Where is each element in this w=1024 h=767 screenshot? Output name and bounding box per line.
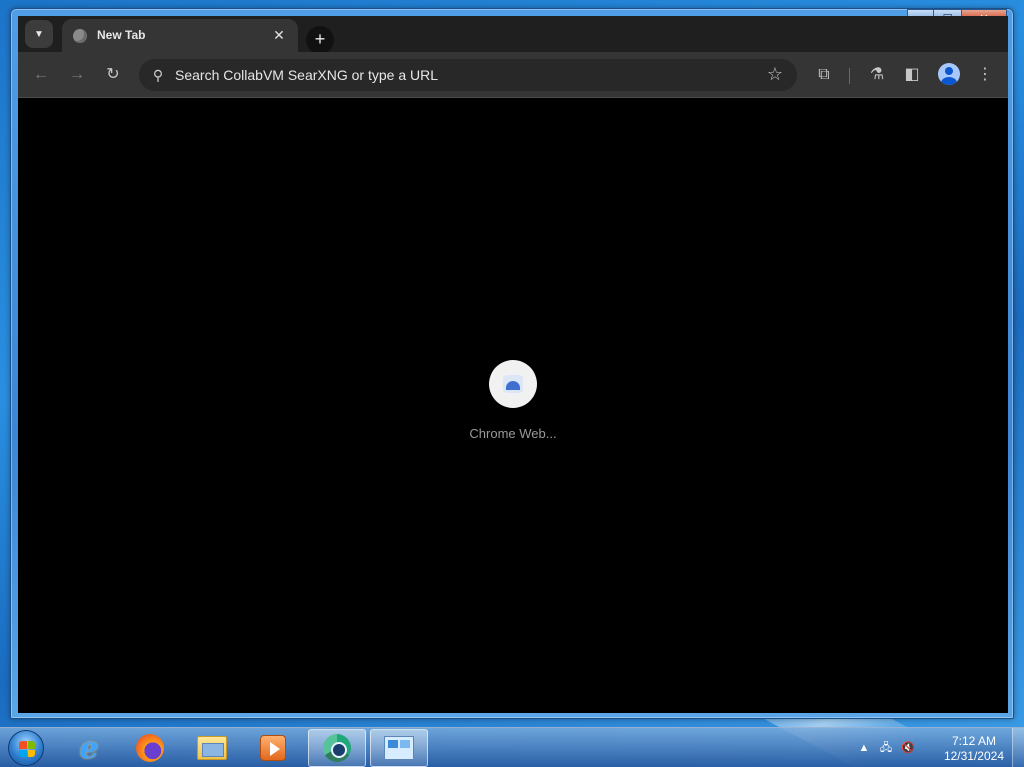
browser-toolbar: ← → ↻ ⚲ Search CollabVM SearXNG or type … <box>18 52 1008 98</box>
folder-icon <box>197 736 227 760</box>
windows-logo-icon <box>19 741 35 757</box>
start-button[interactable] <box>8 730 44 766</box>
network-icon[interactable]: 🖧 <box>878 740 894 756</box>
search-icon: ⚲ <box>152 67 164 83</box>
new-tab-page: Chrome Web... <box>18 98 1008 713</box>
tab-strip: ▼ New Tab ✕ + <box>18 16 1008 54</box>
show-desktop-button[interactable] <box>1012 728 1024 767</box>
bookmark-star-icon[interactable]: ☆ <box>767 64 783 85</box>
address-bar-placeholder[interactable]: Search CollabVM SearXNG or type a URL <box>175 67 438 83</box>
shortcut-chrome-web-store[interactable]: Chrome Web... <box>458 360 568 441</box>
back-button[interactable]: ← <box>30 64 52 86</box>
volume-muted-icon[interactable]: 🔇 <box>900 740 916 756</box>
taskbar: e ▲ 🖧 🔇 7:12 AM 12/31/2024 <box>0 727 1024 767</box>
shortcut-label: Chrome Web... <box>469 426 557 441</box>
tab-title: New Tab <box>97 28 146 42</box>
media-player-icon <box>260 735 286 761</box>
control-panel-icon <box>384 736 414 760</box>
clock-time: 7:12 AM <box>951 734 996 748</box>
taskbar-control-panel[interactable] <box>370 729 428 767</box>
taskbar-internet-explorer[interactable]: e <box>60 729 118 767</box>
address-bar[interactable]: ⚲ Search CollabVM SearXNG or type a URL … <box>139 59 797 91</box>
profile-avatar-icon[interactable] <box>938 63 960 85</box>
chrome-icon <box>323 734 351 762</box>
new-tab-button[interactable]: + <box>306 26 334 54</box>
tab-new-tab[interactable]: New Tab ✕ <box>62 19 298 52</box>
taskbar-firefox[interactable] <box>121 729 179 767</box>
firefox-icon <box>136 734 164 762</box>
reload-button[interactable]: ↻ <box>102 64 124 86</box>
internet-explorer-icon: e <box>79 730 99 766</box>
side-panel-icon[interactable]: ◧ <box>901 64 923 86</box>
globe-icon <box>73 29 87 43</box>
web-store-icon <box>503 375 523 393</box>
taskbar-chrome[interactable] <box>308 729 366 767</box>
chevron-down-icon: ▼ <box>34 28 44 40</box>
shortcut-tile[interactable] <box>489 360 537 408</box>
browser-window: ▁ ☐ ✕ ▼ New Tab ✕ + ← → ↻ ⚲ Search Colla… <box>10 8 1014 719</box>
show-hidden-icons-button[interactable]: ▲ <box>856 740 872 756</box>
chrome-labs-icon[interactable]: ⚗ <box>866 64 888 86</box>
taskbar-media-player[interactable] <box>244 729 302 767</box>
tab-search-button[interactable]: ▼ <box>25 20 53 48</box>
tab-close-button[interactable]: ✕ <box>270 26 288 44</box>
menu-kebab-icon[interactable]: ⋮ <box>974 64 996 86</box>
taskbar-file-explorer[interactable] <box>183 729 241 767</box>
clock[interactable]: 7:12 AM 12/31/2024 <box>944 734 1004 764</box>
chrome-browser: ▼ New Tab ✕ + ← → ↻ ⚲ Search CollabVM Se… <box>18 16 1008 713</box>
extensions-icon[interactable]: ⧉ <box>813 64 835 86</box>
forward-button[interactable]: → <box>66 64 88 86</box>
system-tray: ▲ 🖧 🔇 7:12 AM 12/31/2024 <box>854 728 1024 767</box>
toolbar-separator <box>849 68 850 84</box>
clock-date: 12/31/2024 <box>943 749 1004 763</box>
